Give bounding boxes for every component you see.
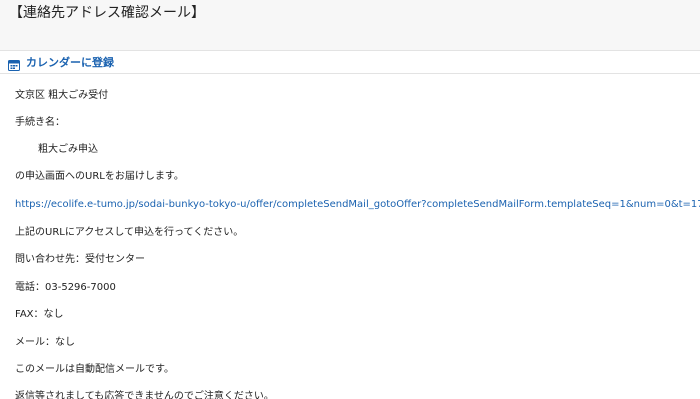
subject-bar: 【連絡先アドレス確認メール】: [0, 0, 700, 51]
calendar-bar: カレンダーに登録: [0, 51, 700, 74]
phone-line: 電話：03-5296-7000: [15, 282, 116, 293]
no-reply-notice: 返信等されましても応答できませんのでご注意ください。: [15, 391, 274, 399]
application-url-link[interactable]: https://ecolife.e-tumo.jp/sodai-bunkyo-t…: [15, 198, 700, 212]
add-to-calendar-button[interactable]: カレンダーに登録: [8, 53, 114, 71]
auto-mail-notice: このメールは自動配信メールです。: [15, 364, 174, 375]
url-intro-text: の申込画面へのURLをお届けします。: [15, 171, 184, 182]
add-to-calendar-label: カレンダーに登録: [26, 56, 114, 69]
contact-line: 問い合わせ先：受付センター: [15, 254, 145, 265]
instruction-text: 上記のURLにアクセスして申込を行ってください。: [15, 227, 244, 238]
procedure-label: 手続き名：: [15, 117, 65, 128]
mail-line: メール：なし: [15, 337, 75, 348]
email-subject: 【連絡先アドレス確認メール】: [9, 5, 205, 21]
fax-line: FAX：なし: [15, 309, 64, 320]
calendar-icon: [8, 56, 20, 71]
office-name: 文京区 粗大ごみ受付: [15, 90, 109, 101]
procedure-name: 粗大ごみ申込: [38, 144, 98, 155]
email-view: 【連絡先アドレス確認メール】 カレンダーに登録 文京区 粗大ごみ受付 手続き名：…: [0, 0, 700, 399]
